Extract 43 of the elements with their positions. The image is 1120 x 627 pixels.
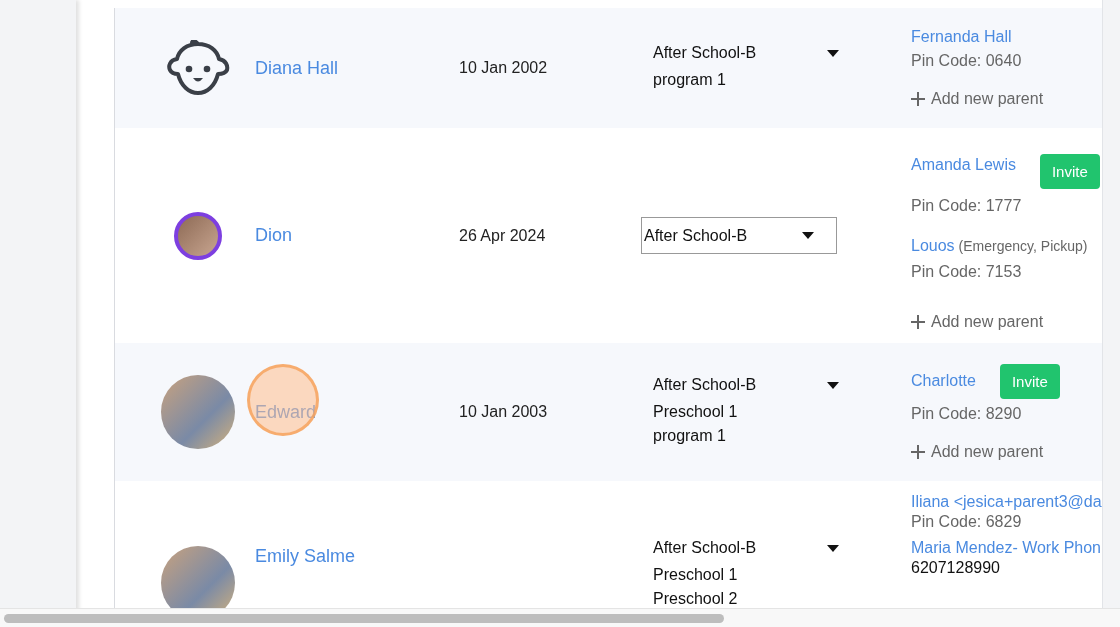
- program-name: Preschool 2: [653, 589, 739, 608]
- parent-name-link[interactable]: Charlotte: [911, 372, 976, 390]
- add-parent-link[interactable]: Add new parent: [911, 313, 1101, 331]
- parent-name-link[interactable]: Maria Mendez- Work Phon: [911, 539, 1101, 557]
- add-parent-link[interactable]: Add new parent: [911, 442, 1101, 461]
- birth-date: 26 Apr 2024: [459, 226, 546, 244]
- program-name: After School-B: [653, 376, 757, 394]
- invite-button[interactable]: Invite: [1039, 154, 1100, 189]
- caret-icon[interactable]: [827, 49, 839, 57]
- program-name: After School-B: [653, 539, 757, 557]
- pin-code: Pin Code: 8290: [911, 404, 1023, 423]
- plus-icon: [911, 315, 925, 329]
- pin-code: Pin Code: 7153: [911, 263, 1023, 281]
- phone-number: 6207128990: [911, 559, 1001, 577]
- parent-role-note: (Emergency, Pickup): [958, 238, 1088, 254]
- parent-name-link[interactable]: Iliana <jesica+parent3@da: [911, 493, 1102, 511]
- birth-date: 10 Jan 2003: [459, 403, 548, 420]
- parent-name-link[interactable]: Amanda Lewis: [911, 155, 1016, 174]
- caret-icon[interactable]: [827, 381, 839, 389]
- baby-face-icon: [165, 40, 231, 96]
- program-name: Preschool 1: [653, 565, 739, 585]
- avatar-photo-placeholder: [174, 211, 222, 260]
- scrollbar-thumb[interactable]: [4, 614, 724, 623]
- add-parent-link[interactable]: Add new parent: [911, 90, 1101, 108]
- parent-name-link[interactable]: Fernanda Hall: [911, 28, 1012, 46]
- program-name: Preschool 1: [653, 402, 739, 422]
- caret-icon[interactable]: [827, 544, 839, 552]
- program-name: program 1: [653, 426, 727, 446]
- parent-name-link[interactable]: Louos: [911, 237, 955, 255]
- invite-button[interactable]: Invite: [999, 363, 1060, 399]
- pin-code: Pin Code: 1777: [911, 197, 1023, 215]
- child-name-link[interactable]: Diana Hall: [255, 57, 339, 78]
- pin-code: Pin Code: 6829: [911, 513, 1023, 531]
- child-name-link[interactable]: Dion: [255, 225, 293, 245]
- child-name-link[interactable]: Emily Salme: [255, 546, 356, 566]
- program-name: program 1: [653, 70, 727, 90]
- program-dropdown[interactable]: After School-B: [641, 217, 837, 254]
- plus-icon: [911, 444, 925, 459]
- birth-date: 10 Jan 2002: [459, 59, 548, 76]
- caret-icon: [802, 232, 814, 239]
- program-name: After School-B: [653, 44, 757, 62]
- pin-code: Pin Code: 0640: [911, 52, 1023, 70]
- plus-icon: [911, 92, 925, 106]
